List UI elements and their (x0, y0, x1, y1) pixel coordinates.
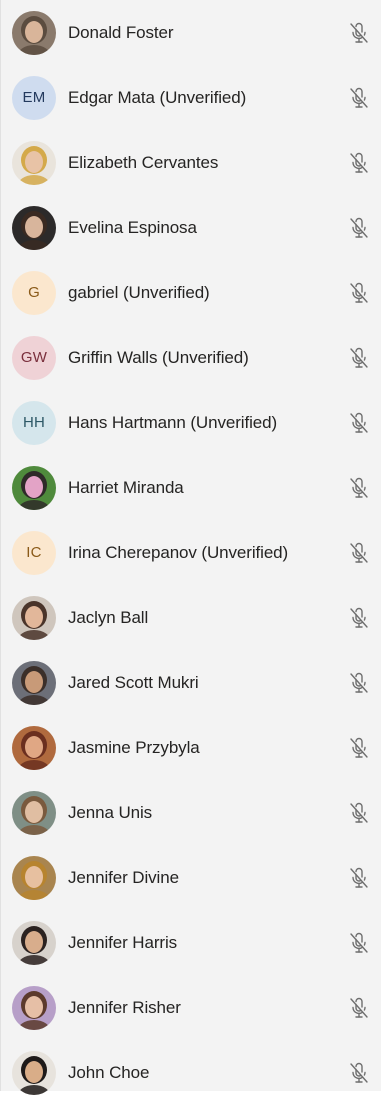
mic-off-icon[interactable] (346, 670, 372, 696)
mic-off-icon[interactable] (346, 475, 372, 501)
participant-row[interactable]: John Choe (1, 1040, 382, 1105)
avatar (12, 790, 56, 835)
avatar (12, 205, 56, 250)
avatar-initials: GW (20, 349, 48, 366)
mic-off-icon[interactable] (346, 280, 372, 306)
participant-row[interactable]: Jaclyn Ball (1, 585, 382, 650)
mic-off-icon[interactable] (346, 150, 372, 176)
avatar (12, 465, 56, 510)
avatar-initials: HH (22, 414, 46, 431)
participant-name: Irina Cherepanov (Unverified) (68, 542, 289, 562)
avatar: G (12, 270, 56, 315)
avatar: IC (12, 530, 56, 575)
avatar (12, 725, 56, 770)
participant-row[interactable]: Jennifer Risher (1, 975, 382, 1040)
participant-name: Donald Foster (68, 22, 174, 42)
participant-row[interactable]: Jared Scott Mukri (1, 650, 382, 715)
participant-row[interactable]: GW Griffin Walls (Unverified) (1, 325, 382, 390)
participant-name: gabriel (Unverified) (68, 282, 210, 302)
avatar (12, 10, 56, 55)
participant-row[interactable]: Harriet Miranda (1, 455, 382, 520)
participant-name: Jennifer Divine (68, 867, 179, 887)
mic-off-icon[interactable] (346, 85, 372, 111)
participant-row[interactable]: Evelina Espinosa (1, 195, 382, 260)
avatar (12, 660, 56, 705)
avatar: EM (12, 75, 56, 120)
mic-off-icon[interactable] (346, 800, 372, 826)
participants-panel: Donald Foster EM Edgar Mata (Unverified) El… (0, 0, 382, 1095)
participant-row[interactable]: Donald Foster (1, 0, 382, 65)
participant-name: Elizabeth Cervantes (68, 152, 219, 172)
avatar-initials: G (28, 284, 40, 301)
participant-name: Griffin Walls (Unverified) (68, 347, 249, 367)
participant-name: Edgar Mata (Unverified) (68, 87, 247, 107)
participant-name: Jennifer Harris (68, 932, 178, 952)
participant-row[interactable]: Jennifer Divine (1, 845, 382, 910)
avatar (12, 595, 56, 640)
participant-name: Jared Scott Mukri (68, 672, 199, 692)
avatar (12, 920, 56, 965)
participant-name: John Choe (68, 1062, 150, 1082)
avatar-photo (17, 730, 51, 770)
avatar (12, 140, 56, 185)
mic-off-icon[interactable] (346, 410, 372, 436)
avatar (12, 985, 56, 1030)
avatar-photo (17, 600, 51, 640)
mic-off-icon[interactable] (346, 735, 372, 761)
avatar-photo (17, 990, 51, 1030)
mic-off-icon[interactable] (346, 215, 372, 241)
participant-row[interactable]: Ggabriel (Unverified) (1, 260, 382, 325)
avatar-photo (17, 795, 51, 835)
participant-row[interactable]: Jennifer Harris (1, 910, 382, 975)
participant-row[interactable]: EM Edgar Mata (Unverified) (1, 65, 382, 130)
avatar-photo (17, 470, 51, 510)
mic-off-icon[interactable] (346, 20, 372, 46)
participant-name: Evelina Espinosa (68, 217, 197, 237)
avatar-photo (17, 210, 51, 250)
participant-row[interactable]: IC Irina Cherepanov (Unverified) (1, 520, 382, 585)
participant-row[interactable]: HH Hans Hartmann (Unverified) (1, 390, 382, 455)
mic-off-icon[interactable] (346, 1060, 372, 1086)
mic-off-icon[interactable] (346, 605, 372, 631)
participant-name: Jennifer Risher (68, 997, 181, 1017)
avatar (12, 1050, 56, 1095)
avatar: HH (12, 400, 56, 445)
mic-off-icon[interactable] (346, 540, 372, 566)
mic-off-icon[interactable] (346, 345, 372, 371)
avatar-photo (17, 15, 51, 55)
participant-name: Jasmine Przybyla (68, 737, 200, 757)
participant-row[interactable]: Jasmine Przybyla (1, 715, 382, 780)
participant-row[interactable]: Elizabeth Cervantes (1, 130, 382, 195)
avatar-photo (17, 665, 51, 705)
participant-row[interactable]: Jenna Unis (1, 780, 382, 845)
mic-off-icon[interactable] (346, 995, 372, 1021)
participant-name: Jaclyn Ball (68, 607, 149, 627)
avatar-photo (17, 1055, 51, 1095)
avatar-photo (17, 925, 51, 965)
avatar-photo (17, 145, 51, 185)
participant-name: Hans Hartmann (Unverified) (68, 412, 278, 432)
avatar-initials: IC (26, 544, 42, 561)
avatar-photo (17, 860, 51, 900)
avatar-initials: EM (22, 89, 46, 106)
mic-off-icon[interactable] (346, 930, 372, 956)
avatar: GW (12, 335, 56, 380)
avatar (12, 855, 56, 900)
mic-off-icon[interactable] (346, 865, 372, 891)
participant-name: Jenna Unis (68, 802, 153, 822)
participant-name: Harriet Miranda (68, 477, 184, 497)
